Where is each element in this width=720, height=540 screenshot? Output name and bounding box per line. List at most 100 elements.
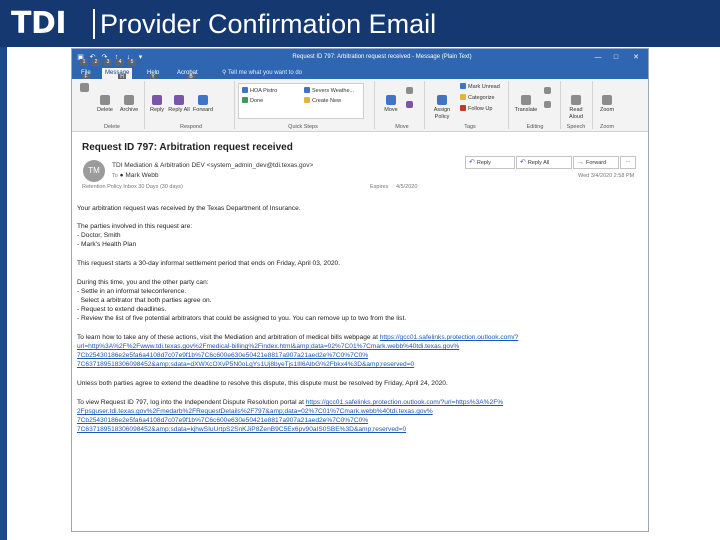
minimize-button[interactable]: — bbox=[592, 52, 604, 63]
ribbon-separator bbox=[234, 81, 235, 129]
group-zoom: Zoom bbox=[599, 124, 615, 130]
view-text: To view Request ID 797, log into the Ind… bbox=[77, 399, 306, 406]
party-item: - Mark's Health Plan bbox=[77, 241, 137, 248]
reply-all-icon bbox=[174, 95, 184, 105]
slide-title: Provider Confirmation Email bbox=[100, 9, 437, 39]
maximize-button[interactable]: □ bbox=[610, 52, 622, 63]
reply-action-label: Reply bbox=[476, 160, 491, 166]
rules-button[interactable] bbox=[404, 87, 414, 96]
forward-icon bbox=[198, 95, 208, 105]
left-accent-stripe bbox=[0, 47, 7, 540]
ribbon-tabs: File Message Help Acrobat ⚲ Tell me what… bbox=[72, 66, 648, 81]
keytip-4: 4 bbox=[116, 59, 124, 66]
more-actions-button[interactable]: ··· bbox=[620, 156, 636, 169]
quick-step-severs[interactable]: Severs Weathe... bbox=[304, 87, 354, 95]
reply-all-icon: ↶ bbox=[520, 159, 526, 166]
ribbon-separator bbox=[144, 81, 145, 129]
reply-all-action-button[interactable]: ↶ Reply All bbox=[516, 156, 572, 169]
mark-unread-label: Mark Unread bbox=[468, 84, 500, 90]
ribbon-separator bbox=[508, 81, 509, 129]
select-button[interactable] bbox=[542, 101, 552, 110]
create-new-icon bbox=[304, 97, 310, 103]
quick-step-hoa-label: HOA Pistro bbox=[250, 88, 278, 94]
ribbon-separator bbox=[424, 81, 425, 129]
move-button[interactable]: Move bbox=[380, 95, 402, 114]
categorize-button[interactable]: Categorize bbox=[460, 94, 495, 102]
group-speech: Speech bbox=[566, 124, 586, 130]
customize-toolbar-icon[interactable]: ▾ bbox=[136, 53, 145, 62]
person-icon: ● bbox=[119, 172, 124, 179]
keytip-1: 1 bbox=[80, 59, 88, 66]
speaker-icon bbox=[571, 95, 581, 105]
forward-button[interactable]: Forward bbox=[190, 95, 216, 114]
delete-button[interactable]: Delete bbox=[94, 95, 116, 114]
medical-billing-link[interactable]: 7C637189518306098452&amp;sdata=dXWXcOXvP… bbox=[77, 360, 637, 369]
rules-icon bbox=[405, 87, 413, 94]
quick-step-hoa[interactable]: HOA Pistro bbox=[242, 87, 277, 95]
delete-icon bbox=[100, 95, 110, 105]
recipient[interactable]: Mark Webb bbox=[125, 172, 158, 179]
quick-step-create-new-label: Create New bbox=[312, 98, 342, 104]
reply-button[interactable]: Reply bbox=[146, 95, 168, 114]
checkmark-icon bbox=[242, 97, 248, 103]
assign-policy-button[interactable]: Assign Policy bbox=[428, 95, 456, 121]
tell-me-search[interactable]: ⚲ Tell me what you want to do bbox=[222, 68, 302, 79]
medical-billing-link[interactable]: 7Cb25430186e2e5fa6a4108d7c07e9f1b%7C6c60… bbox=[77, 351, 637, 360]
reply-icon: ↶ bbox=[469, 159, 475, 166]
avatar: TM bbox=[83, 160, 105, 182]
during-heading: During this time, you and the other part… bbox=[77, 279, 209, 286]
quick-step-done[interactable]: Done bbox=[242, 97, 263, 105]
sender[interactable]: TDI Mediation & Arbitration DEV <system_… bbox=[112, 161, 313, 170]
received-date: Wed 3/4/2020 2:58 PM bbox=[578, 173, 635, 179]
policy-icon bbox=[437, 95, 447, 105]
forward-action-button[interactable]: → Forward bbox=[573, 156, 619, 169]
archive-label: Archive bbox=[119, 107, 139, 113]
idr-portal-link[interactable]: 7C637189518306098452&amp;sdata=kjhwSIuUr… bbox=[77, 425, 637, 434]
during-item: - Review the list of five potential arbi… bbox=[77, 315, 407, 322]
window-title: Request ID 797: Arbitration request rece… bbox=[292, 54, 472, 60]
ignore-button[interactable] bbox=[78, 83, 90, 94]
onenote-button[interactable] bbox=[404, 101, 414, 110]
reply-icon bbox=[152, 95, 162, 105]
ribbon-separator bbox=[592, 81, 593, 129]
ribbon-separator bbox=[374, 81, 375, 129]
ribbon-separator bbox=[560, 81, 561, 129]
zoom-button[interactable]: Zoom bbox=[596, 95, 618, 114]
move-label: Move bbox=[384, 107, 398, 113]
read-aloud-label: Read Aloud bbox=[568, 107, 584, 120]
keytip-3: 3 bbox=[104, 59, 112, 66]
translate-label: Translate bbox=[514, 107, 538, 113]
idr-portal-link[interactable]: 2Fpsguser.tdi.texas.gov%2Fmedarb%2FReque… bbox=[77, 407, 637, 416]
medical-billing-link[interactable]: url=http%3A%2F%2Fwww.tdi.texas.gov%2Fmed… bbox=[77, 342, 637, 351]
find-button[interactable] bbox=[542, 87, 552, 96]
window-titlebar: ▣ ↶ ↷ ↑ ↓ ▾ 1 2 3 4 5 Request ID 797: Ar… bbox=[72, 49, 648, 66]
idr-portal-link[interactable]: https://gcc01.safelinks.protection.outlo… bbox=[306, 399, 503, 406]
follow-up-label: Follow Up bbox=[468, 106, 493, 112]
archive-button[interactable]: Archive bbox=[116, 95, 142, 114]
assign-policy-label: Assign Policy bbox=[433, 107, 451, 120]
view-paragraph: To view Request ID 797, log into the Ind… bbox=[77, 398, 637, 407]
during-item: - Request to extend deadlines. bbox=[77, 306, 167, 313]
translate-button[interactable]: Translate bbox=[512, 95, 540, 114]
onenote-icon bbox=[405, 101, 413, 108]
read-aloud-button[interactable]: Read Aloud bbox=[564, 95, 588, 121]
keytip-2: 2 bbox=[92, 59, 100, 66]
tdi-logo: TDI bbox=[11, 6, 67, 41]
reply-action-button[interactable]: ↶ Reply bbox=[465, 156, 515, 169]
flag-icon bbox=[460, 105, 466, 111]
delete-label: Delete bbox=[97, 107, 113, 113]
party-item: - Doctor, Smith bbox=[77, 232, 121, 239]
mark-unread-button[interactable]: Mark Unread bbox=[460, 83, 500, 91]
reply-all-button[interactable]: Reply All bbox=[168, 95, 190, 114]
quick-step-icon bbox=[304, 87, 310, 93]
medical-billing-link[interactable]: https://gcc01.safelinks.protection.outlo… bbox=[380, 334, 519, 341]
categorize-label: Categorize bbox=[468, 95, 495, 101]
reply-label: Reply bbox=[149, 107, 165, 113]
idr-portal-link[interactable]: 7Cb25430186e2e5fa6a4108d7c07e9f1b%7C6c60… bbox=[77, 416, 637, 425]
close-button[interactable]: ✕ bbox=[630, 52, 642, 63]
body-intro: Your arbitration request was received by… bbox=[77, 205, 301, 212]
quick-step-create-new[interactable]: Create New bbox=[304, 97, 341, 105]
follow-up-button[interactable]: Follow Up bbox=[460, 105, 492, 113]
group-respond: Respond bbox=[179, 124, 203, 130]
ribbon: Delete Archive Delete Reply Reply All Fo… bbox=[72, 79, 648, 132]
